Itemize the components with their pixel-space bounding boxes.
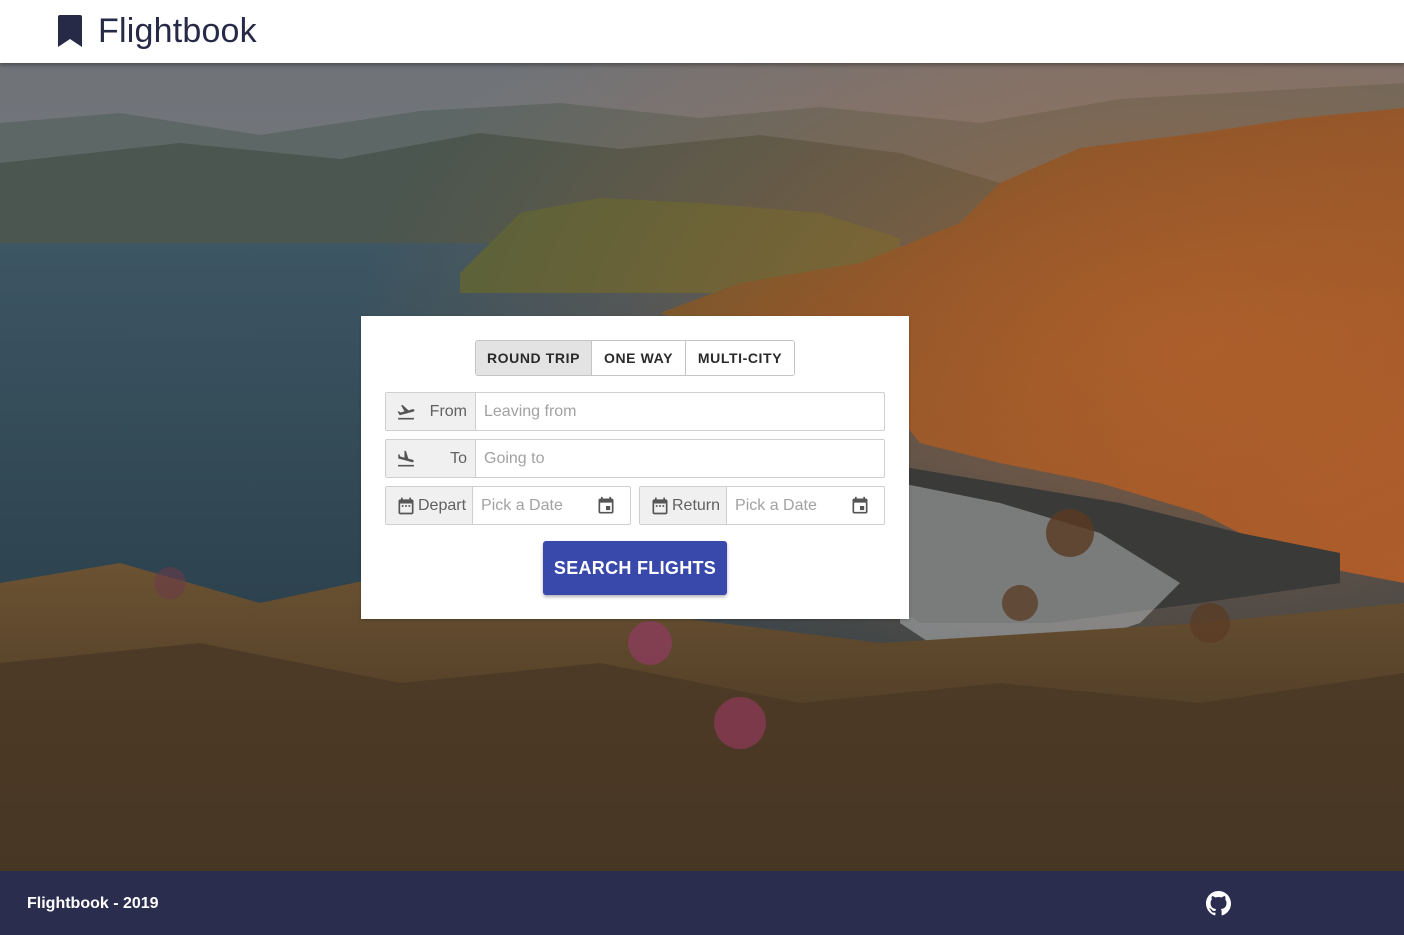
to-label: To: [450, 449, 467, 467]
return-calendar-picker-icon[interactable]: [850, 496, 870, 516]
return-label: Return: [672, 496, 721, 514]
tab-round-trip[interactable]: ROUND TRIP: [476, 341, 592, 375]
from-field: From: [385, 392, 885, 431]
return-addon: Return: [640, 487, 728, 524]
return-field: Return: [639, 486, 975, 525]
depart-addon: Depart: [386, 487, 474, 524]
trip-type-toggle: ROUND TRIP ONE WAY MULTI-CITY: [475, 340, 795, 376]
depart-calendar-picker-icon[interactable]: [596, 496, 616, 516]
to-addon: To: [386, 440, 476, 477]
from-input[interactable]: [476, 393, 884, 430]
from-label: From: [429, 402, 467, 420]
airplane-landing-icon: [398, 450, 414, 466]
flight-search-card: ROUND TRIP ONE WAY MULTI-CITY From To De…: [361, 316, 975, 619]
calendar-icon: [652, 497, 668, 514]
tab-multi-city[interactable]: MULTI-CITY: [686, 341, 794, 375]
footer-copyright: Flightbook - 2019: [27, 895, 159, 912]
brand[interactable]: Flightbook: [58, 12, 257, 50]
search-flights-button[interactable]: SEARCH FLIGHTS: [543, 541, 727, 595]
calendar-icon: [398, 497, 414, 514]
airplane-takeoff-icon: [397, 404, 415, 419]
bookmark-icon: [58, 15, 82, 47]
depart-label: Depart: [418, 496, 467, 514]
to-field: To: [385, 439, 885, 478]
app-footer: Flightbook - 2019: [0, 871, 1404, 935]
to-input[interactable]: [476, 440, 884, 477]
from-addon: From: [386, 393, 476, 430]
app-header: Flightbook: [0, 0, 1404, 63]
depart-field: Depart: [385, 486, 721, 525]
tab-one-way[interactable]: ONE WAY: [592, 341, 686, 375]
brand-title: Flightbook: [98, 12, 257, 50]
github-icon[interactable]: [1206, 891, 1231, 916]
